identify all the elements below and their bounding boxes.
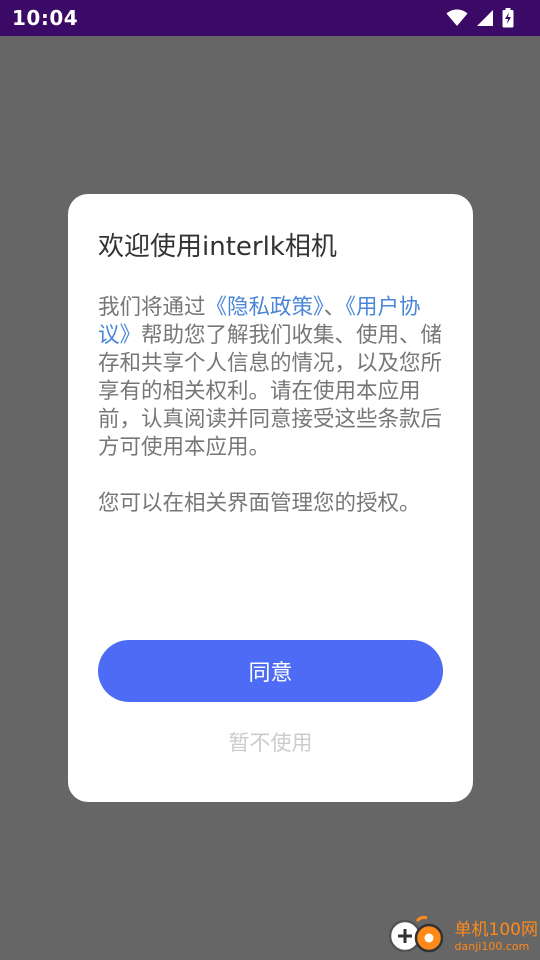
wifi-icon <box>446 9 468 27</box>
decline-button[interactable]: 暂不使用 <box>98 724 443 760</box>
manage-note: 您可以在相关界面管理您的授权。 <box>98 491 421 516</box>
privacy-paragraph: 我们将通过《隐私政策》、《用户协议》帮助您了解我们收集、使用、储存和共享个人信息… <box>98 294 444 462</box>
cell-signal-icon <box>476 9 494 27</box>
dialog-body: 我们将通过《隐私政策》、《用户协议》帮助您了解我们收集、使用、储存和共享个人信息… <box>98 294 444 518</box>
watermark-logo-icon <box>387 914 451 958</box>
watermark-url: danji100.com <box>454 939 530 953</box>
intro-text: 我们将通过 <box>98 295 206 320</box>
battery-charging-icon <box>502 8 514 28</box>
privacy-policy-link[interactable]: 《隐私政策》 <box>206 295 324 320</box>
watermark-text: 单机100网 danji100.com <box>455 920 538 953</box>
watermark-name: 单机100网 <box>454 919 538 940</box>
privacy-dialog: 欢迎使用interlk相机 我们将通过《隐私政策》、《用户协议》帮助您了解我们收… <box>68 194 473 802</box>
status-bar: 10:04 <box>0 0 540 36</box>
body-rest-text: 帮助您了解我们收集、使用、储存和共享个人信息的情况，以及您所享有的相关权利。请在… <box>98 323 443 460</box>
agree-button[interactable]: 同意 <box>98 640 443 702</box>
separator-text: 、 <box>323 295 346 320</box>
status-icons <box>446 8 514 28</box>
dialog-title: 欢迎使用interlk相机 <box>98 232 337 262</box>
watermark: 单机100网 danji100.com <box>387 914 538 958</box>
status-time: 10:04 <box>12 6 79 30</box>
